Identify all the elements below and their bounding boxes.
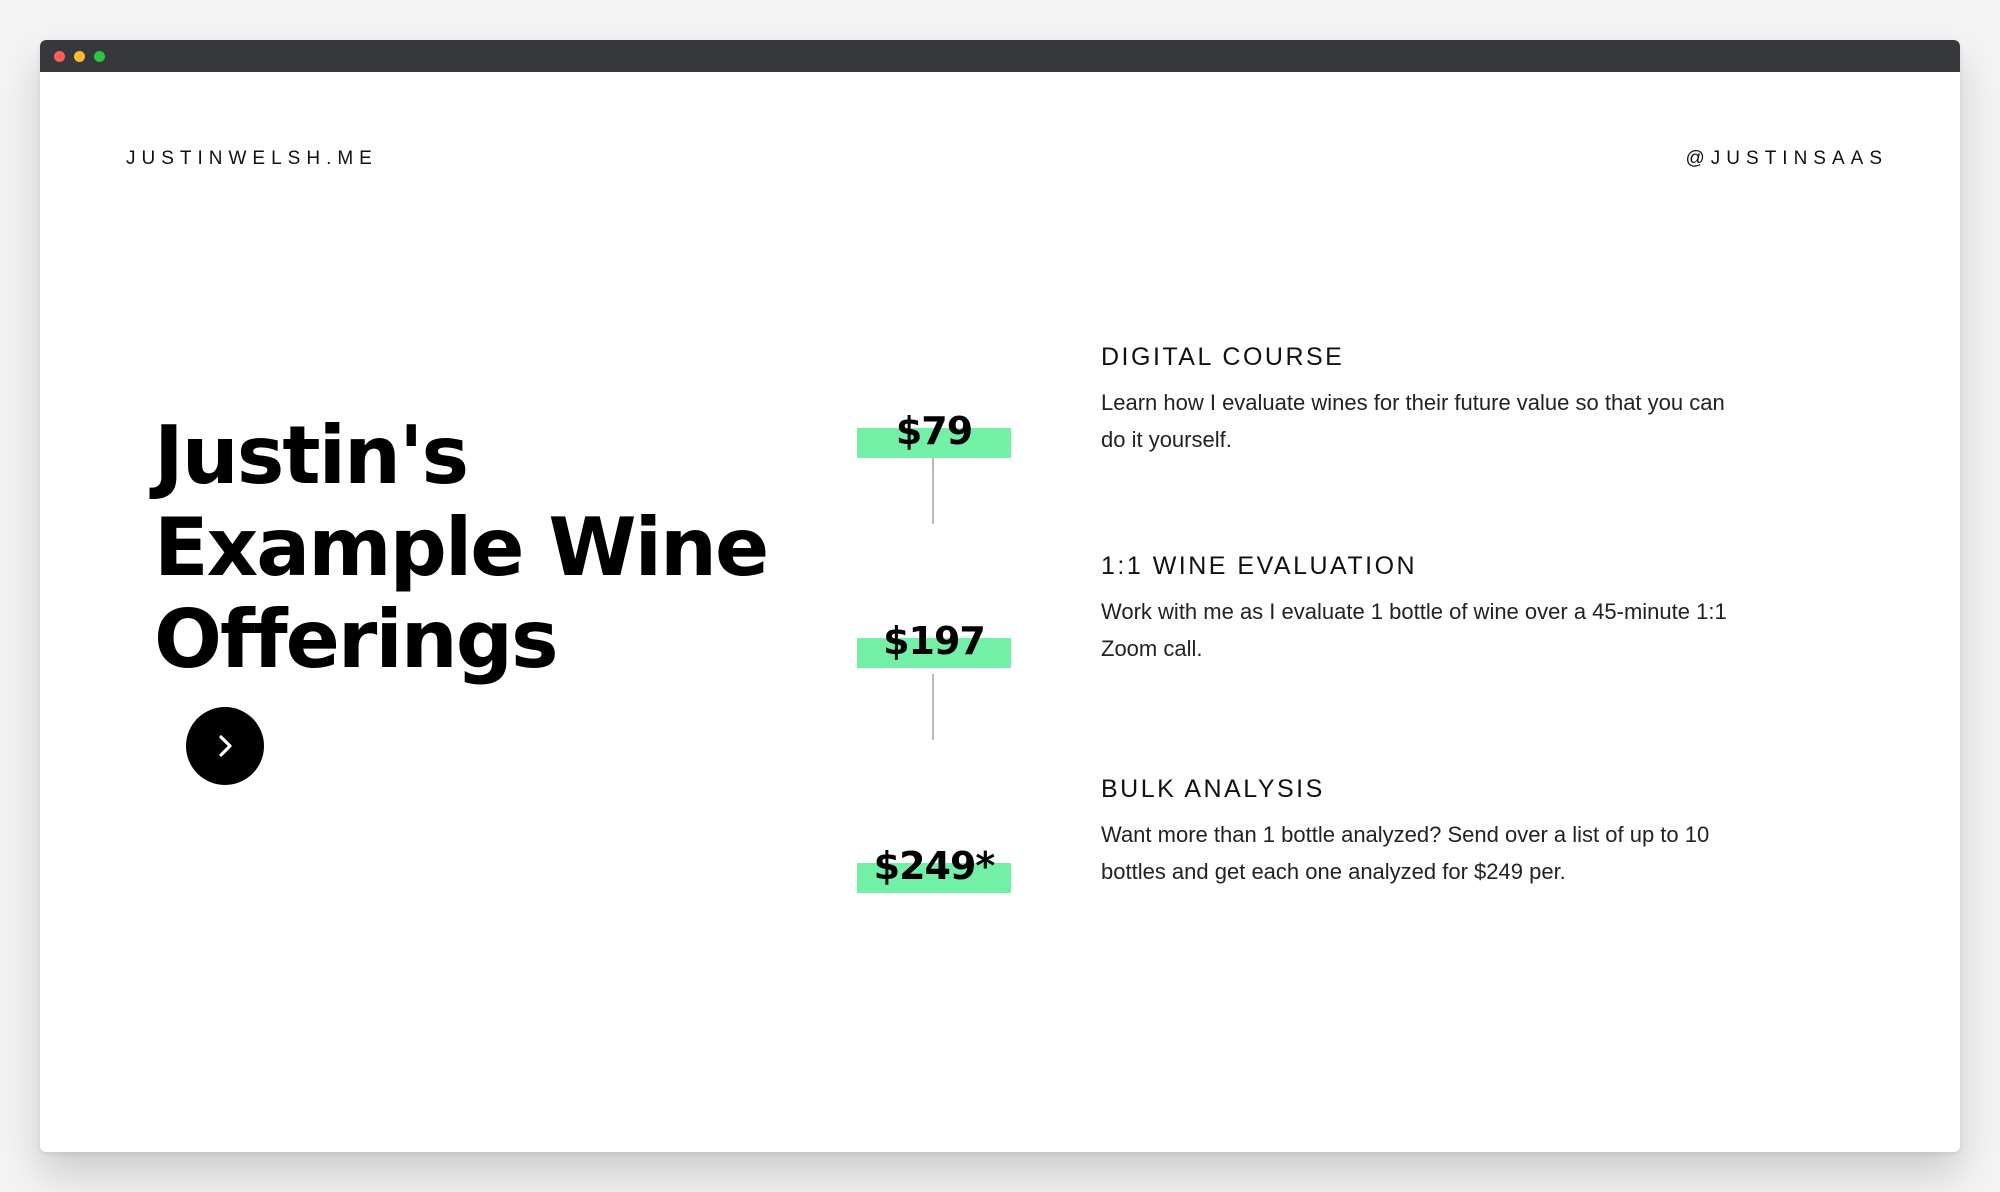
price-tag-digital-course: $79 (857, 412, 1011, 458)
page-title-line-2: Example Wine (154, 501, 769, 594)
offering-wine-evaluation: 1:1 WINE EVALUATION Work with me as I ev… (1101, 551, 1741, 667)
page-title-line-1: Justin's (154, 409, 469, 502)
page-title-line-3: Offerings (154, 593, 559, 686)
offering-description: Work with me as I evaluate 1 bottle of w… (1101, 599, 1727, 661)
offering-digital-course: DIGITAL COURSE Learn how I evaluate wine… (1101, 342, 1741, 458)
offering-description: Learn how I evaluate wines for their fut… (1101, 390, 1725, 452)
close-window-button[interactable] (54, 51, 65, 62)
price-tag-bulk-analysis: $249* (857, 847, 1011, 893)
site-name: JUSTINWELSH.ME (126, 148, 378, 169)
offering-title: 1:1 WINE EVALUATION (1101, 552, 1418, 580)
price-amount: $249* (873, 844, 996, 888)
minimize-window-button[interactable] (74, 51, 85, 62)
price-tag-wine-evaluation: $197 (857, 622, 1011, 668)
offering-description: Want more than 1 bottle analyzed? Send o… (1101, 822, 1710, 884)
chevron-right-icon (219, 735, 232, 757)
maximize-window-button[interactable] (94, 51, 105, 62)
next-button[interactable] (186, 707, 264, 785)
timeline-connector (932, 458, 934, 524)
timeline-connector (932, 674, 934, 740)
offering-title: DIGITAL COURSE (1101, 343, 1345, 371)
browser-window: JUSTINWELSH.ME @JUSTINSAAS Justin's Exam… (40, 40, 1960, 1152)
page-title: Justin's Example Wine Offerings (154, 410, 794, 686)
window-titlebar (40, 40, 1960, 72)
social-handle: @JUSTINSAAS (1685, 148, 1888, 169)
offering-bulk-analysis: BULK ANALYSIS Want more than 1 bottle an… (1101, 774, 1741, 890)
price-amount: $79 (895, 409, 973, 453)
offering-title: BULK ANALYSIS (1101, 775, 1325, 803)
price-amount: $197 (883, 619, 986, 663)
